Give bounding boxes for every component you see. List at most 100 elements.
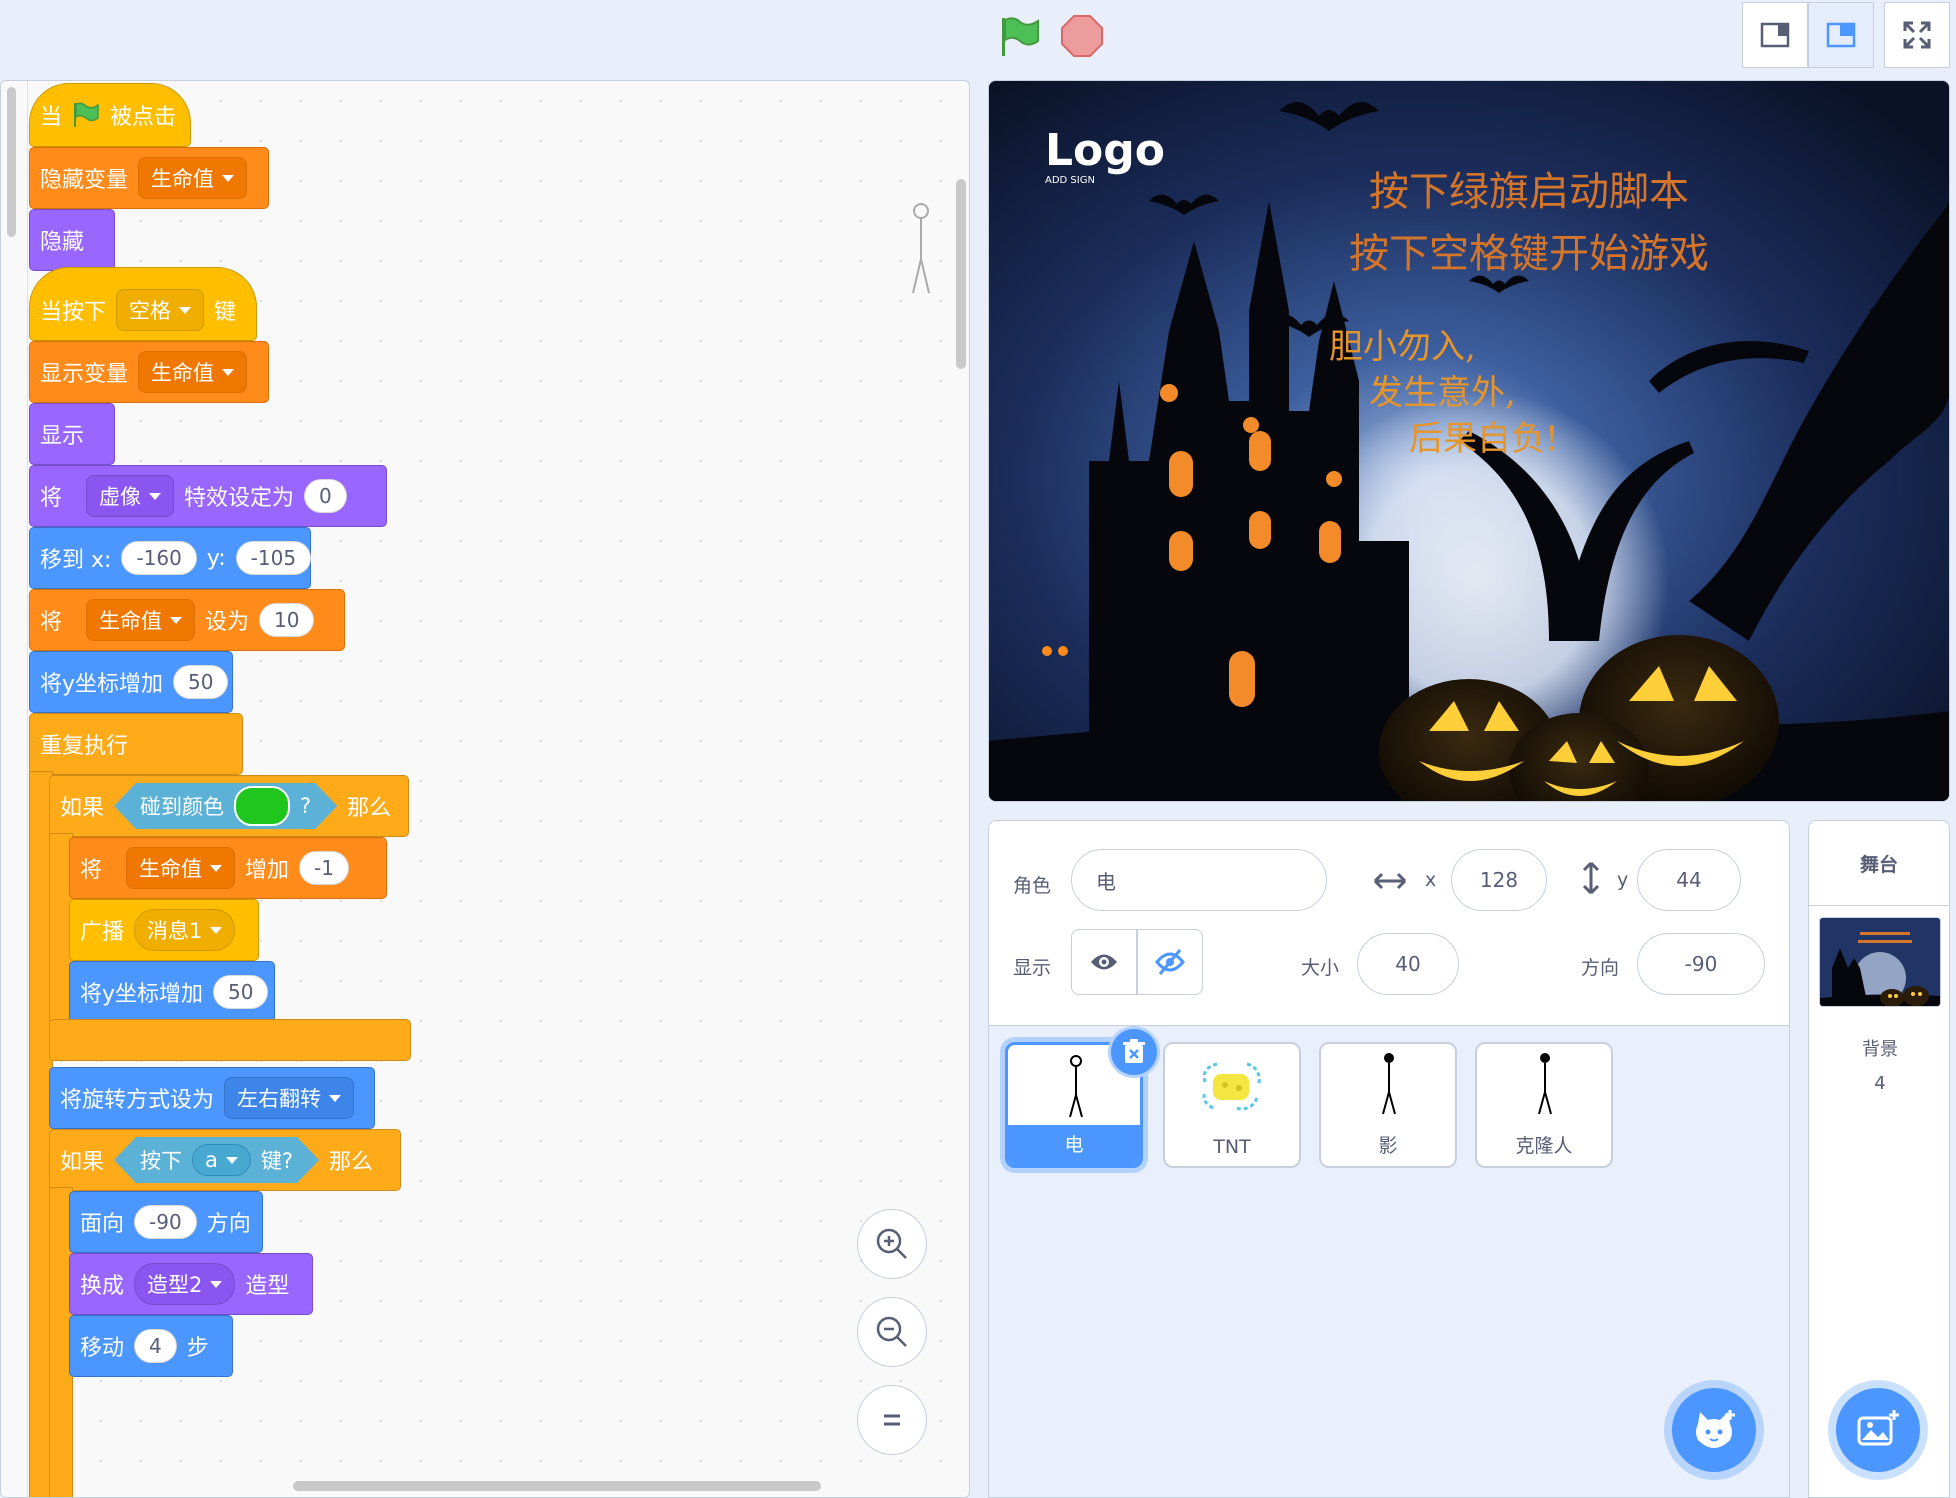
key-suffix-label: 键	[214, 300, 237, 325]
chevron-down-icon	[210, 1280, 223, 1288]
green-flag-button[interactable]	[998, 14, 1042, 58]
direction-label: 方向	[1581, 957, 1620, 979]
costume-dropdown[interactable]: 造型2	[134, 1263, 236, 1305]
change-y-input[interactable]: 50	[213, 975, 269, 1009]
stop-button[interactable]	[1060, 14, 1104, 58]
show-block[interactable]: 显示	[29, 403, 115, 465]
when-press-label: 当按下	[40, 300, 107, 325]
key-name: a	[205, 1148, 218, 1172]
variable-dropdown[interactable]: 生命值	[86, 599, 196, 641]
move-steps-block[interactable]: 移动 4 步	[69, 1315, 233, 1377]
y-input[interactable]: -105	[235, 541, 312, 575]
y-input[interactable]: 44	[1637, 849, 1741, 911]
hide-variable-block[interactable]: 隐藏变量 生命值	[29, 147, 269, 209]
sprite-name-input[interactable]: 电	[1071, 849, 1327, 911]
sprite-tile[interactable]: 影	[1319, 1042, 1457, 1168]
set-effect-block[interactable]: 将 虚像 特效设定为 0	[29, 465, 387, 527]
set-var-value-input[interactable]: 10	[259, 603, 315, 637]
key-dropdown[interactable]: 空格	[116, 289, 205, 331]
if-end-cap	[49, 1019, 411, 1061]
sprite-tile[interactable]: TNT	[1163, 1042, 1301, 1168]
point-direction-block[interactable]: 面向 -90 方向	[69, 1191, 263, 1253]
stick-figure-icon	[1069, 1055, 1083, 1118]
change-y-block[interactable]: 将y坐标增加 50	[29, 651, 233, 713]
fullscreen-button[interactable]	[1884, 2, 1950, 68]
show-sprite-button[interactable]	[1071, 929, 1137, 995]
key-dropdown[interactable]: a	[192, 1144, 251, 1176]
direction-input[interactable]: -90	[1637, 933, 1765, 995]
zoom-in-button[interactable]	[857, 1209, 927, 1279]
horizontal-scrollbar[interactable]	[293, 1481, 821, 1491]
tnt-explosion-icon	[1202, 1062, 1261, 1111]
zoom-out-icon	[876, 1316, 907, 1347]
backdrop-thumbnail-image	[1820, 918, 1940, 1006]
show-label: 显示	[1013, 957, 1052, 979]
logo-text: Logo	[1045, 125, 1165, 176]
effect-name: 虚像	[99, 485, 142, 509]
key-pressed-condition[interactable]: 按下 a 键?	[114, 1137, 319, 1183]
change-var-value-input[interactable]: -1	[299, 851, 349, 885]
backdrops-label: 背景	[1862, 1039, 1898, 1060]
variable-dropdown[interactable]: 生命值	[138, 351, 248, 393]
when-key-pressed-block[interactable]: 当按下 空格 键	[29, 267, 257, 341]
code-area[interactable]: 当 被点击 隐藏变量 生命值 隐藏 当按下 空格 键 显示变量 生命值 显示 将…	[0, 80, 970, 1498]
fullscreen-icon	[1903, 21, 1931, 49]
stage-warning-1: 胆小勿入,	[1329, 327, 1476, 367]
change-y-input[interactable]: 50	[173, 665, 229, 699]
add-sprite-button[interactable]	[1672, 1388, 1756, 1472]
vertical-scrollbar[interactable]	[956, 179, 966, 369]
broadcast-block[interactable]: 广播 消息1	[69, 899, 259, 961]
variable-dropdown[interactable]: 生命值	[126, 847, 236, 889]
point-label: 面向	[80, 1212, 125, 1237]
zoom-out-button[interactable]	[857, 1297, 927, 1367]
stage-canvas[interactable]: Logo ADD SIGN 按下绿旗启动脚本 按下空格键开始游戏 胆小勿入, 发…	[988, 80, 1950, 802]
hide-sprite-button[interactable]	[1137, 929, 1203, 995]
show-variable-block[interactable]: 显示变量 生命值	[29, 341, 269, 403]
if-key-block[interactable]: 如果 按下 a 键? 那么	[49, 1129, 401, 1191]
normal-stage-button[interactable]	[1808, 2, 1874, 68]
key-name: 空格	[129, 299, 172, 323]
sprite-label: 角色	[1013, 875, 1052, 897]
top-bar	[0, 0, 1956, 80]
switch-costume-block[interactable]: 换成 造型2 造型	[69, 1253, 313, 1315]
rotation-style-dropdown[interactable]: 左右翻转	[224, 1077, 355, 1119]
sprite-tile[interactable]: 克隆人	[1475, 1042, 1613, 1168]
green-flag-icon	[1002, 17, 1039, 56]
small-stage-button[interactable]	[1742, 2, 1808, 68]
go-to-label: 移到 x:	[40, 548, 112, 573]
message-dropdown[interactable]: 消息1	[134, 909, 236, 951]
normal-stage-icon	[1826, 22, 1856, 48]
color-swatch[interactable]	[234, 786, 290, 826]
left-scrollbar[interactable]	[7, 87, 16, 237]
x-input[interactable]: 128	[1451, 849, 1547, 911]
delete-sprite-button[interactable]	[1108, 1026, 1160, 1078]
set-variable-block[interactable]: 将 生命值 设为 10	[29, 589, 345, 651]
change-variable-block[interactable]: 将 生命值 增加 -1	[69, 837, 387, 899]
size-input[interactable]: 40	[1357, 933, 1459, 995]
size-label: 大小	[1301, 957, 1340, 979]
hide-block[interactable]: 隐藏	[29, 209, 115, 271]
when-label: 当	[40, 105, 63, 130]
x-input[interactable]: -160	[121, 541, 197, 575]
set-rotation-style-block[interactable]: 将旋转方式设为 左右翻转	[49, 1067, 375, 1129]
stage-thumbnail[interactable]	[1819, 917, 1941, 1007]
go-to-xy-block[interactable]: 移到 x: -160 y: -105	[29, 527, 312, 589]
effect-value-input[interactable]: 0	[304, 479, 347, 513]
variable-name: 生命值	[151, 361, 215, 385]
effect-dropdown[interactable]: 虚像	[86, 475, 175, 517]
forever-block[interactable]: 重复执行	[29, 713, 243, 775]
zoom-reset-button[interactable]	[857, 1385, 927, 1455]
if-block[interactable]: 如果 碰到颜色 ? 那么	[49, 775, 409, 837]
variable-dropdown[interactable]: 生命值	[138, 157, 248, 199]
if-label: 如果	[60, 796, 105, 821]
touching-color-condition[interactable]: 碰到颜色 ?	[114, 783, 337, 829]
when-flag-clicked-block[interactable]: 当 被点击	[29, 83, 191, 147]
vertical-arrows-icon	[1582, 861, 1600, 895]
add-backdrop-button[interactable]	[1836, 1388, 1920, 1472]
stage-warning-3: 后果自负!	[1409, 419, 1559, 459]
stage-line-1: 按下绿旗启动脚本	[1369, 169, 1689, 215]
press-label: 按下	[140, 1149, 183, 1173]
steps-input[interactable]: 4	[134, 1329, 177, 1363]
direction-input[interactable]: -90	[134, 1205, 197, 1239]
change-y-block-2[interactable]: 将y坐标增加 50	[69, 961, 275, 1023]
